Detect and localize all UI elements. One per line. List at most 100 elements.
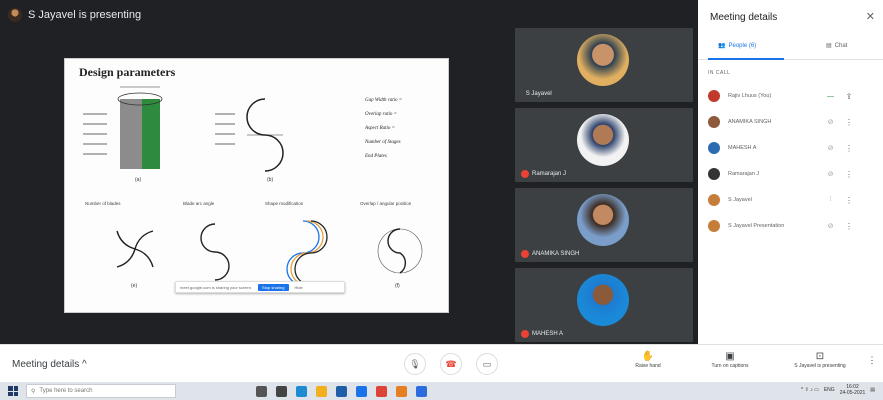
mic-status-icon[interactable]: — [818,93,843,100]
present-icon: ⊡ [815,351,825,362]
speaking-icon[interactable]: ⫶ [818,196,843,204]
raise-hand-button[interactable]: ✋ Raise hand [628,351,668,369]
presenter-avatar [8,8,22,22]
folder-icon[interactable] [316,385,327,397]
store-icon[interactable] [336,385,347,397]
shared-slide: Design parameters (a) (b) Gap Width rati… [64,58,449,313]
chat-icon: ▤ [826,43,832,49]
camera-icon: ▭ [482,358,492,369]
meeting-details-button[interactable]: Meeting details ^ [12,359,87,370]
close-icon[interactable]: ✕ [866,10,875,23]
taskbar-search[interactable]: ⚲ Type here to search [26,384,176,398]
pin-icon[interactable]: ⇪ [843,92,855,101]
more-options-icon[interactable]: ⋮ [843,118,855,127]
mic-off-icon [521,170,529,178]
mic-off-icon[interactable]: ⊘ [818,170,843,178]
svg-text:Overlap / angular position: Overlap / angular position [360,201,412,206]
in-call-label: IN CALL [708,70,731,76]
participant-row[interactable]: MAHESH A ⊘ ⋮ [708,136,878,160]
edge-icon[interactable] [296,385,307,397]
people-icon: 👥 [718,43,726,49]
participant-tiles: ⫶ S Jayavel Ramarajan J ANAMIKA SINGH MAH… [515,28,693,344]
tab-people[interactable]: 👥 People (6) [718,42,756,50]
mic-off-icon[interactable]: ⊘ [818,118,843,126]
more-options-icon[interactable]: ⋮ [843,222,855,231]
speaking-icon: ⫶ [521,90,523,97]
chevron-up-icon: ^ [82,359,87,370]
participant-video [577,194,629,246]
ratio-stages: Number of Stages [364,140,401,145]
participant-name: ANAMIKA SINGH [521,250,579,258]
participant-video [577,114,629,166]
panel-title: Meeting details [710,12,778,23]
participant-row[interactable]: S Jayavel ⫶ ⋮ [708,188,878,212]
avatar [708,168,720,180]
participant-tile[interactable]: MAHESH A [515,268,693,342]
caption-b: (b) [267,177,273,183]
svg-text:Number of blades: Number of blades [85,201,121,206]
participant-name: Ramarajan J [521,170,566,178]
ratio-aspect: Aspect Ratio = [364,126,395,131]
avatar [708,220,720,232]
participant-tile[interactable]: Ramarajan J [515,108,693,182]
mic-off-icon [521,250,529,258]
app-icon[interactable] [396,385,407,397]
slide-diagram: (a) (b) Gap Width ratio = Overlap ratio … [83,86,423,289]
tab-chat[interactable]: ▤ Chat [826,42,847,50]
hide-share-bar-button[interactable]: Hide [295,285,303,290]
participant-tile[interactable]: ⫶ S Jayavel [515,28,693,102]
clock[interactable]: 16:02 24-05-2021 [840,384,866,396]
chrome-icon[interactable] [376,385,387,397]
hand-icon: ✋ [641,351,655,362]
notification-icon[interactable]: ▤ [870,387,875,393]
captions-button[interactable]: ▣ Turn on captions [700,351,760,369]
presenter-label: S Jayavel is presenting [28,9,142,21]
presenting-status[interactable]: ⊡ S Jayavel is presenting [790,351,850,369]
active-tab-indicator [708,58,784,60]
system-tray: ^ ⇪ ♪ ▭ ENG 16:02 24-05-2021 ▤ [801,384,875,396]
tray-icons[interactable]: ^ ⇪ ♪ ▭ [801,387,819,393]
participant-row[interactable]: ANAMIKA SINGH ⊘ ⋮ [708,110,878,134]
mic-off-icon [521,330,529,338]
caption-e: (e) [131,283,137,289]
presentation-stage: S Jayavel is presenting Design parameter… [0,0,695,344]
participant-name: MAHESH A [521,330,563,338]
task-view-icon[interactable] [256,385,267,397]
ratio-gap: Gap Width ratio = [365,98,402,103]
more-options-icon[interactable]: ⋮ [843,196,855,205]
ratio-overlap: Overlap ratio = [365,112,397,117]
participant-video [577,34,629,86]
avatar [708,142,720,154]
mic-off-icon[interactable]: ⊘ [818,144,843,152]
stop-sharing-button[interactable]: Stop sharing [258,283,289,291]
word-icon[interactable] [416,385,427,397]
search-icon: ⚲ [31,388,36,395]
os-taskbar: ⚲ Type here to search ^ ⇪ ♪ ▭ ENG 16:02 2… [0,382,883,400]
share-bar-text: meet.google.com is sharing your screen. [180,284,253,290]
avatar [708,194,720,206]
mail-icon[interactable] [356,385,367,397]
participant-name: ⫶ S Jayavel [521,90,552,97]
camera-button[interactable]: ▭ [476,353,498,375]
mic-off-icon[interactable]: ⊘ [818,222,843,230]
more-options-icon[interactable]: ⋮ [843,170,855,179]
participant-row[interactable]: Ramarajan J ⊘ ⋮ [708,162,878,186]
caption-f: (f) [395,283,400,289]
windows-start-icon[interactable] [8,386,18,396]
svg-text:Blade arc angle: Blade arc angle [183,201,215,206]
participant-tile[interactable]: ANAMIKA SINGH [515,188,693,262]
file-icon[interactable] [276,385,287,397]
participant-row[interactable]: S Jayavel Presentation ⊘ ⋮ [708,214,878,238]
hang-up-icon: ☎ [445,358,457,369]
mic-icon: 🎙 [409,358,421,369]
ratio-endplates: End Plates [364,154,387,159]
language-indicator[interactable]: ENG [824,387,835,393]
avatar [708,116,720,128]
participant-row[interactable]: Rajiv Lhuus (You) — ⇪ [708,84,878,108]
mic-button[interactable]: 🎙 [404,353,426,375]
more-options-icon[interactable]: ⋮ [866,356,878,365]
captions-icon: ▣ [725,351,735,362]
leave-call-button[interactable]: ☎ [440,353,462,375]
more-options-icon[interactable]: ⋮ [843,144,855,153]
meeting-details-panel: Meeting details ✕ 👥 People (6) ▤ Chat IN C… [698,0,883,344]
